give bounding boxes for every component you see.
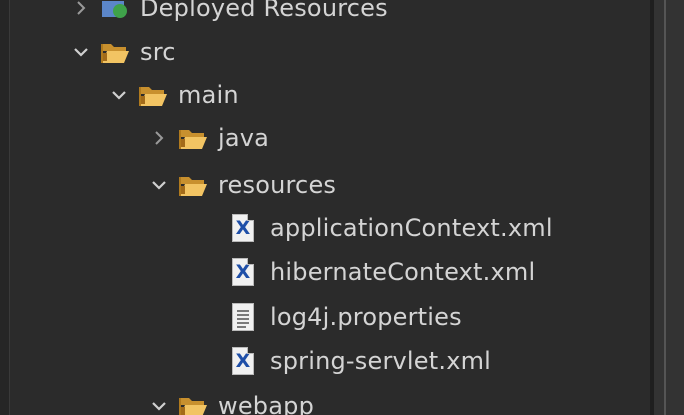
deployed-resources-icon	[100, 0, 130, 21]
folder-open-icon	[138, 82, 168, 108]
tree-item-label: main	[178, 81, 239, 109]
tree-item-label: Deployed Resources	[140, 0, 388, 22]
folder-open-icon	[178, 393, 208, 415]
xml-file-icon: X	[232, 347, 254, 375]
tree-item-application-context-xml[interactable]: X applicationContext.xml	[232, 206, 553, 250]
folder-open-icon	[178, 172, 208, 198]
chevron-right-icon[interactable]	[70, 0, 92, 19]
tree-item-main[interactable]: main	[108, 73, 239, 117]
chevron-down-icon[interactable]	[108, 84, 130, 106]
tree-item-log4j-properties[interactable]: log4j.properties	[232, 295, 462, 339]
tree-item-label: log4j.properties	[270, 303, 462, 331]
chevron-down-icon[interactable]	[148, 395, 170, 415]
xml-file-icon: X	[232, 258, 254, 286]
chevron-down-icon[interactable]	[70, 41, 92, 63]
folder-open-icon	[100, 39, 130, 65]
tree-item-label: src	[140, 38, 176, 66]
chevron-down-icon[interactable]	[148, 174, 170, 196]
tree-item-deployed-resources[interactable]: Deployed Resources	[70, 0, 388, 30]
tree-item-hibernate-context-xml[interactable]: X hibernateContext.xml	[232, 250, 535, 294]
chevron-right-icon[interactable]	[148, 127, 170, 149]
tree-item-spring-servlet-xml[interactable]: X spring-servlet.xml	[232, 339, 491, 383]
tree-item-java[interactable]: java	[148, 116, 269, 160]
tree-item-label: hibernateContext.xml	[270, 258, 536, 286]
text-file-icon	[232, 303, 254, 331]
tree-item-label: webapp	[218, 392, 315, 415]
tree-item-webapp[interactable]: webapp	[148, 384, 314, 415]
folder-open-icon	[178, 125, 208, 151]
tree-item-label: applicationContext.xml	[270, 214, 553, 242]
xml-file-icon: X	[232, 214, 254, 242]
tree-item-src[interactable]: src	[70, 30, 176, 74]
tree-item-resources[interactable]: resources	[148, 163, 336, 207]
editor-splitter[interactable]	[650, 0, 684, 415]
tree-item-label: resources	[218, 171, 337, 199]
explorer-left-border	[0, 0, 10, 415]
project-explorer: Deployed Resources src main java resourc…	[0, 0, 684, 415]
tree-item-label: java	[218, 124, 270, 152]
tree-item-label: spring-servlet.xml	[270, 347, 492, 375]
